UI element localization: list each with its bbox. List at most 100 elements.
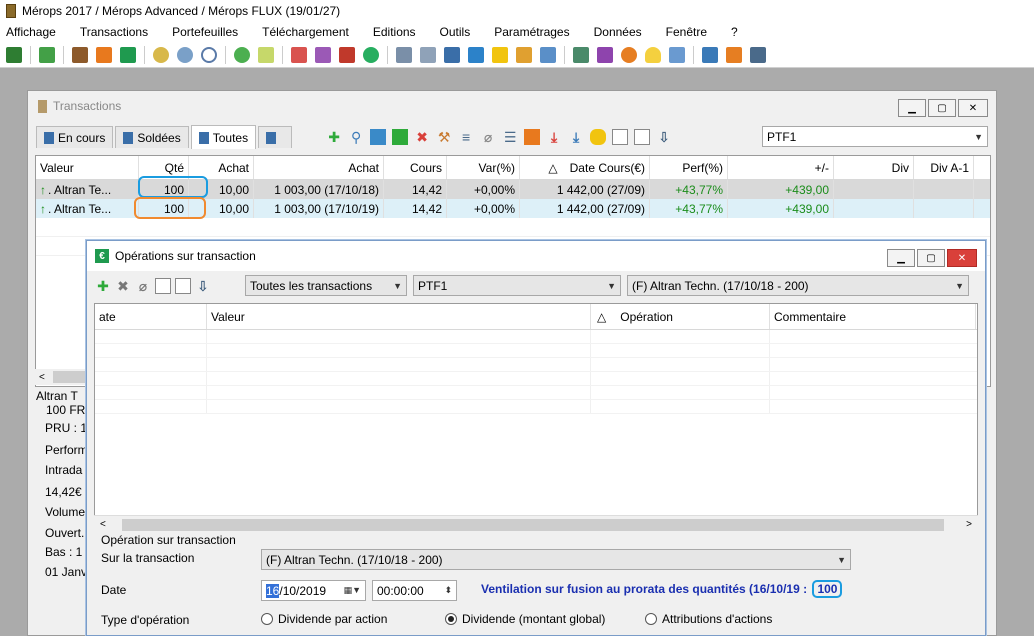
printer2-icon[interactable] (420, 46, 436, 63)
stack-icon[interactable] (702, 46, 718, 63)
download-icon[interactable] (39, 46, 55, 63)
menu-fenetre[interactable]: Fenêtre (660, 25, 713, 39)
radio-dot[interactable] (645, 613, 657, 625)
col-plusmoins[interactable]: +/- (728, 156, 834, 179)
page-icon[interactable] (612, 129, 629, 145)
radio-dot[interactable] (445, 613, 457, 625)
col-valeur[interactable]: Valeur (207, 304, 591, 329)
chart-red-icon[interactable] (291, 46, 307, 63)
calculator-icon[interactable] (468, 46, 484, 63)
globe-icon[interactable] (234, 46, 250, 63)
form-transaction-select[interactable]: (F) Altran Techn. (17/10/18 - 200) ▼ (261, 549, 851, 570)
scroll-thumb[interactable] (122, 519, 944, 531)
folder-icon[interactable] (258, 46, 274, 63)
copy-icon[interactable] (634, 129, 651, 145)
menu-parametrages[interactable]: Paramétrages (488, 25, 575, 39)
attach-icon[interactable]: ⌀ (480, 129, 496, 145)
col-operation[interactable]: △ Opération (591, 304, 770, 329)
gavel-icon[interactable]: ⚒ (436, 129, 452, 145)
bookmark-icon[interactable] (597, 46, 613, 63)
scroll-left-icon[interactable]: < (100, 519, 106, 530)
col-div[interactable]: Div (834, 156, 914, 179)
rss-icon[interactable] (726, 46, 742, 63)
col-commentaire[interactable]: Commentaire (770, 304, 976, 329)
col-date-cours[interactable]: △ Date Cours(€) (520, 156, 650, 179)
menu-portefeuilles[interactable]: Portefeuilles (166, 25, 244, 39)
user-icon[interactable] (621, 46, 637, 63)
menu-transactions[interactable]: Transactions (74, 25, 154, 39)
menu-affichage[interactable]: Affichage (0, 25, 62, 39)
minimize-button[interactable]: ▁ (898, 99, 926, 117)
portfolio-icon[interactable] (6, 46, 22, 63)
close-button[interactable]: ✕ (958, 99, 988, 117)
document-icon[interactable] (444, 46, 460, 63)
attach-icon[interactable]: ⌀ (135, 278, 151, 294)
portfolio-select[interactable]: PTF1 ▼ (413, 275, 621, 296)
tools-icon[interactable] (516, 46, 532, 63)
radio-dot[interactable] (261, 613, 273, 625)
date-picker[interactable]: 16/10/2019 ▦▼ (261, 580, 366, 601)
col-div-a1[interactable]: Div A-1 (914, 156, 974, 179)
maximize-button[interactable]: ▢ (917, 249, 945, 267)
col-perf[interactable]: Perf(%) (650, 156, 728, 179)
chart-blue-icon[interactable] (370, 129, 387, 145)
transaction-select[interactable]: (F) Altran Techn. (17/10/18 - 200) ▼ (627, 275, 969, 296)
window-icon[interactable] (573, 46, 589, 63)
tab-en-cours[interactable]: En cours (36, 126, 114, 148)
col-var[interactable]: Var(%) (447, 156, 520, 179)
delete-icon[interactable]: ✖ (115, 278, 131, 294)
tree-icon[interactable] (363, 46, 379, 63)
radio-dividende-montant-global[interactable]: Dividende (montant global) (445, 612, 605, 626)
radio-dividende-par-action[interactable]: Dividende par action (261, 612, 387, 626)
chart-purple-icon[interactable] (315, 46, 331, 63)
coins-icon[interactable] (153, 46, 169, 63)
menu-telechargement[interactable]: Téléchargement (256, 25, 355, 39)
list-icon[interactable] (750, 46, 766, 63)
chart-green-icon[interactable] (392, 129, 409, 145)
col-cours[interactable]: Cours (384, 156, 447, 179)
download-blue-icon[interactable]: ⤓ (568, 129, 584, 145)
portfolio-select[interactable]: PTF1 ▼ (762, 126, 988, 147)
spinner-icon[interactable]: ⬍ (444, 585, 452, 596)
export-icon[interactable]: ⇩ (656, 129, 672, 145)
maximize-button[interactable]: ▢ (928, 99, 956, 117)
database-icon[interactable] (590, 129, 607, 145)
operations-hscrollbar[interactable]: < > (94, 515, 978, 533)
add-icon[interactable]: ✚ (326, 129, 342, 145)
page-icon[interactable] (175, 278, 191, 294)
menu-donnees[interactable]: Données (588, 25, 648, 39)
euro-green-icon[interactable] (120, 46, 136, 63)
add-icon[interactable]: ✚ (95, 278, 111, 294)
search-icon[interactable]: ⚲ (348, 129, 364, 145)
filter-select[interactable]: Toutes les transactions ▼ (245, 275, 407, 296)
col-achat-total[interactable]: Achat (254, 156, 384, 179)
col-valeur[interactable]: Valeur (36, 156, 139, 179)
currency-icon[interactable] (177, 46, 193, 63)
delete-icon[interactable]: ✖ (414, 129, 430, 145)
menu-help[interactable]: ? (725, 25, 744, 39)
wallet-icon[interactable] (72, 46, 88, 63)
printer-icon[interactable] (396, 46, 412, 63)
split-icon[interactable]: ≡ (458, 129, 474, 145)
radio-attributions-actions[interactable]: Attributions d'actions (645, 612, 772, 626)
minimize-button[interactable]: ▁ (887, 249, 915, 267)
menu-editions[interactable]: Editions (367, 25, 422, 39)
folder2-icon[interactable] (492, 46, 508, 63)
copy-icon[interactable] (155, 278, 171, 294)
menu-outils[interactable]: Outils (434, 25, 477, 39)
calendar-icon[interactable] (524, 129, 541, 145)
time-field[interactable]: 00:00:00 ⬍ (372, 580, 457, 601)
col-date[interactable]: ate (95, 304, 207, 329)
tab-other[interactable] (258, 126, 293, 148)
download-red-icon[interactable]: ⤓ (546, 129, 562, 145)
tab-toutes[interactable]: Toutes (190, 125, 257, 149)
mail-icon[interactable] (669, 46, 685, 63)
scroll-right-icon[interactable]: > (966, 519, 972, 530)
calendar-dropdown-icon[interactable]: ▦▼ (344, 585, 361, 596)
bell-icon[interactable] (645, 46, 661, 63)
export-icon[interactable]: ⇩ (195, 278, 211, 294)
book-icon[interactable] (339, 46, 355, 63)
euro-orange-icon[interactable] (96, 46, 112, 63)
list-icon[interactable]: ☰ (502, 129, 518, 145)
clock-icon[interactable] (201, 46, 217, 63)
